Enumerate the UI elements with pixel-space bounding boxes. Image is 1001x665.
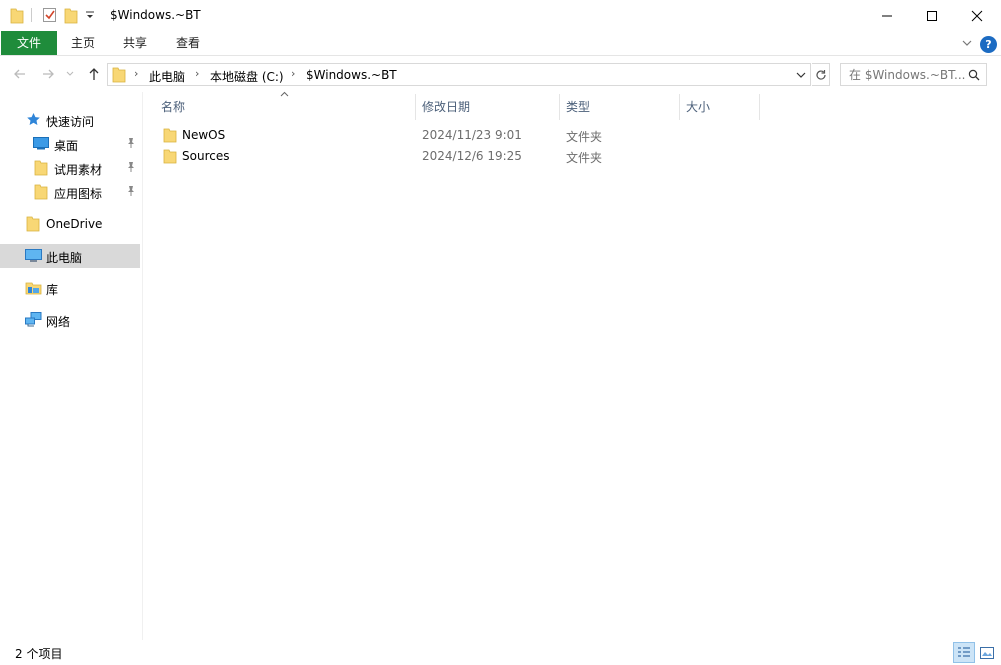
column-divider[interactable] <box>415 94 416 120</box>
file-modified: 2024/12/6 19:25 <box>422 149 522 163</box>
help-button[interactable]: ? <box>980 36 997 53</box>
folder-icon[interactable] <box>10 6 24 24</box>
column-header-type[interactable]: 类型 <box>566 98 590 115</box>
large-icons-view-icon <box>980 646 994 659</box>
navigation-pane: 快速访问 桌面 试用素材 应用图标 OneDrive 此电脑 库 网络 <box>0 92 143 640</box>
folder-icon <box>34 183 48 203</box>
nav-item-label: 快速访问 <box>46 115 95 129</box>
recent-locations-chevron-icon[interactable] <box>64 65 76 83</box>
maximize-button[interactable] <box>909 0 955 31</box>
breadcrumb-current-folder[interactable]: $Windows.~BT <box>306 68 397 82</box>
file-name: Sources <box>182 149 230 163</box>
forward-button[interactable] <box>39 65 57 83</box>
refresh-icon <box>815 69 826 80</box>
breadcrumb-local-disk[interactable]: 本地磁盘 (C:) <box>210 68 284 85</box>
sort-ascending-icon <box>280 90 289 100</box>
table-row[interactable]: NewOS 2024/11/23 9:01 文件夹 <box>160 125 980 146</box>
desktop-icon <box>33 137 49 153</box>
tab-file[interactable]: 文件 <box>1 31 57 55</box>
pin-icon[interactable] <box>126 161 136 176</box>
network-icon <box>25 312 42 330</box>
ribbon-tabs: 文件 主页 共享 查看 ? <box>0 31 1001 56</box>
nav-item-label: 应用图标 <box>54 187 103 201</box>
table-row[interactable]: Sources 2024/12/6 19:25 文件夹 <box>160 146 980 167</box>
item-count: 2 个项目 <box>15 647 63 661</box>
folder-icon <box>163 127 177 146</box>
pin-icon[interactable] <box>126 137 136 152</box>
nav-item-desktop[interactable]: 桌面 <box>0 132 140 156</box>
breadcrumb-separator[interactable]: › <box>291 67 295 80</box>
file-type: 文件夹 <box>566 151 603 165</box>
column-header-name[interactable]: 名称 <box>161 98 185 115</box>
nav-item-label: 库 <box>46 283 59 297</box>
nav-item-label: 桌面 <box>54 139 79 153</box>
up-button[interactable] <box>85 65 103 83</box>
folder-icon <box>163 148 177 167</box>
nav-item-libraries[interactable]: 库 <box>0 276 140 300</box>
nav-item-label: OneDrive <box>46 217 103 231</box>
column-header-size[interactable]: 大小 <box>686 98 710 115</box>
search-input[interactable] <box>840 63 987 86</box>
customize-toolbar-chevron-icon[interactable] <box>85 9 95 27</box>
library-icon <box>25 280 42 298</box>
file-name: NewOS <box>182 128 226 142</box>
details-view-button[interactable] <box>953 642 975 663</box>
search-icon[interactable] <box>968 69 980 84</box>
folder-icon <box>34 159 48 179</box>
address-dropdown-chevron-icon[interactable] <box>794 67 808 82</box>
breadcrumb-separator[interactable]: › <box>195 67 199 80</box>
nav-item-trial-materials[interactable]: 试用素材 <box>0 156 140 180</box>
star-icon <box>26 112 41 130</box>
nav-item-label: 网络 <box>46 315 71 329</box>
divider <box>31 8 32 22</box>
breadcrumb-this-pc[interactable]: 此电脑 <box>149 68 185 85</box>
column-divider[interactable] <box>559 94 560 120</box>
file-modified: 2024/11/23 9:01 <box>422 128 522 142</box>
title-bar: $Windows.~BT <box>0 0 1001 31</box>
refresh-button[interactable] <box>812 63 830 86</box>
tab-share[interactable]: 共享 <box>112 31 158 56</box>
nav-item-quick-access[interactable]: 快速访问 <box>0 108 140 132</box>
folder-icon <box>112 66 126 86</box>
nav-item-this-pc[interactable]: 此电脑 <box>0 244 140 268</box>
address-bar[interactable]: › 此电脑 › 本地磁盘 (C:) › $Windows.~BT <box>107 63 811 86</box>
folder-icon <box>26 215 40 235</box>
file-type: 文件夹 <box>566 130 603 144</box>
pin-icon[interactable] <box>126 185 136 200</box>
nav-item-network[interactable]: 网络 <box>0 308 140 332</box>
nav-item-label: 此电脑 <box>46 251 83 265</box>
minimize-button[interactable] <box>864 0 910 31</box>
large-icons-view-button[interactable] <box>976 642 998 663</box>
details-view-icon <box>958 647 970 657</box>
nav-item-onedrive[interactable]: OneDrive <box>0 212 140 236</box>
navigation-bar: › 此电脑 › 本地磁盘 (C:) › $Windows.~BT <box>0 56 1001 92</box>
breadcrumb-separator[interactable]: › <box>134 67 138 80</box>
close-button[interactable] <box>954 0 1000 31</box>
computer-icon <box>25 249 42 266</box>
checkmark-icon[interactable] <box>42 6 58 24</box>
column-header-modified[interactable]: 修改日期 <box>422 98 470 115</box>
nav-item-app-icons[interactable]: 应用图标 <box>0 180 140 204</box>
tab-view[interactable]: 查看 <box>165 31 211 56</box>
tab-home[interactable]: 主页 <box>60 31 106 56</box>
window-title: $Windows.~BT <box>110 8 201 22</box>
status-bar: 2 个项目 <box>0 640 1001 665</box>
nav-item-label: 试用素材 <box>54 163 103 177</box>
new-folder-icon[interactable] <box>64 6 78 24</box>
file-list: 名称 修改日期 类型 大小 NewOS 2024/11/23 9:01 文件夹 … <box>150 90 1001 640</box>
back-button[interactable] <box>11 65 29 83</box>
expand-ribbon-chevron-icon[interactable] <box>961 37 973 52</box>
column-divider[interactable] <box>679 94 680 120</box>
column-divider[interactable] <box>759 94 760 120</box>
